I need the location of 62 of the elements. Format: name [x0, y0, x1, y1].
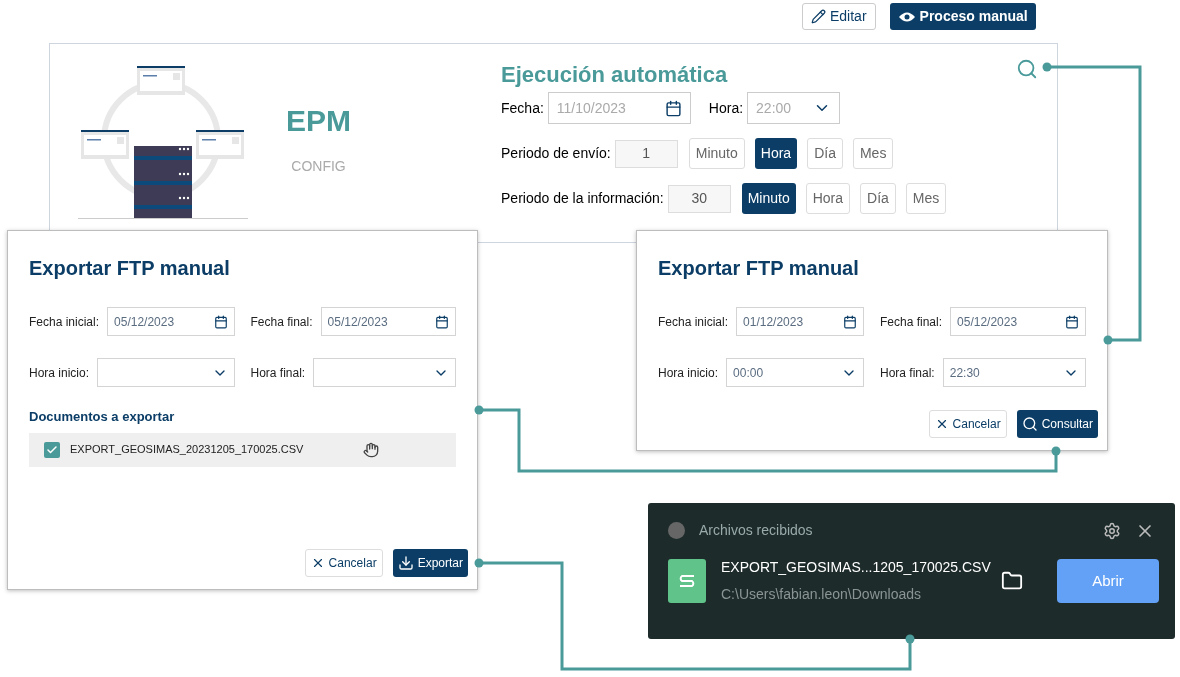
calendar-icon	[213, 314, 228, 329]
period-input[interactable]: 1	[614, 139, 678, 168]
dialog-title: Exportar FTP manual	[29, 256, 231, 281]
field-label: Fecha inicial:	[658, 313, 729, 331]
section-title: Ejecución automática	[501, 64, 729, 86]
unit-toggle[interactable]: Mes	[905, 183, 947, 214]
unit-toggle[interactable]: Día	[860, 183, 896, 214]
download-icon	[397, 555, 414, 571]
field-label: Hora final:	[880, 364, 935, 382]
time-dropdown[interactable]: 22:30	[942, 358, 1086, 387]
notification-title: Archivos recibidos	[699, 521, 813, 540]
field-label: Hora:	[708, 98, 744, 118]
edit-button[interactable]: Editar	[802, 3, 876, 30]
pencil-icon	[811, 9, 826, 24]
unit-toggle[interactable]: Hora	[805, 183, 851, 214]
search-icon[interactable]	[1016, 58, 1038, 80]
calendar-icon	[664, 99, 682, 117]
app-icon	[668, 522, 685, 539]
file-name: EXPORT_GEOSIMAS...1205_170025.CSV	[721, 558, 991, 577]
field-label: Fecha:	[501, 98, 544, 118]
hand-cursor-icon	[363, 441, 380, 458]
unit-toggle[interactable]: Minuto	[741, 183, 796, 214]
folder-icon[interactable]	[1001, 570, 1023, 592]
search-icon	[1021, 416, 1038, 432]
export-button[interactable]: Exportar	[392, 549, 468, 577]
checkbox[interactable]	[44, 441, 60, 458]
field-label: Fecha inicial:	[29, 313, 100, 331]
file-path: C:\Users\fabian.leon\Downloads	[721, 585, 922, 604]
period-input[interactable]: 30	[667, 184, 731, 213]
field-label: Hora final:	[250, 364, 306, 382]
date-field[interactable]: 05/12/2023	[107, 307, 235, 336]
date-field[interactable]: 05/12/2023	[320, 307, 456, 336]
date-field[interactable]: 01/12/2023	[736, 307, 864, 336]
spreadsheet-file-icon	[668, 559, 706, 603]
unit-toggle[interactable]: Hora	[754, 138, 798, 169]
settings-icon[interactable]	[1103, 521, 1121, 540]
app-name: EPM	[286, 106, 351, 136]
manual-process-button[interactable]: Proceso manual	[889, 3, 1036, 30]
time-dropdown[interactable]: 00:00	[726, 358, 864, 387]
check-icon	[46, 443, 58, 456]
cancel-button[interactable]: Cancelar	[928, 410, 1007, 438]
document-row[interactable]: EXPORT_GEOSIMAS_20231205_170025.CSV	[29, 432, 456, 467]
unit-toggle[interactable]: Día	[807, 138, 843, 169]
unit-toggle[interactable]: Mes	[852, 138, 894, 169]
field-label: Fecha final:	[880, 313, 943, 331]
unit-toggle[interactable]: Minuto	[688, 138, 745, 169]
eye-icon	[897, 10, 916, 23]
calendar-icon	[1065, 314, 1079, 329]
document-name: EXPORT_GEOSIMAS_20231205_170025.CSV	[70, 442, 304, 458]
date-field[interactable]: 05/12/2023	[950, 307, 1086, 336]
consult-button[interactable]: Consultar	[1016, 410, 1098, 438]
section-heading: Documentos a exportar	[29, 408, 176, 426]
field-label: Periodo de la información:	[501, 189, 664, 208]
field-label: Fecha final:	[250, 313, 313, 331]
app-subtitle: CONFIG	[291, 157, 346, 176]
field-label: Periodo de envío:	[501, 144, 611, 163]
calendar-icon	[843, 314, 857, 329]
field-label: Hora inicio:	[29, 364, 90, 382]
calendar-icon	[435, 314, 449, 329]
cancel-button[interactable]: Cancelar	[304, 549, 383, 577]
field-label: Hora inicio:	[658, 364, 719, 382]
dialog-title: Exportar FTP manual	[658, 256, 860, 281]
